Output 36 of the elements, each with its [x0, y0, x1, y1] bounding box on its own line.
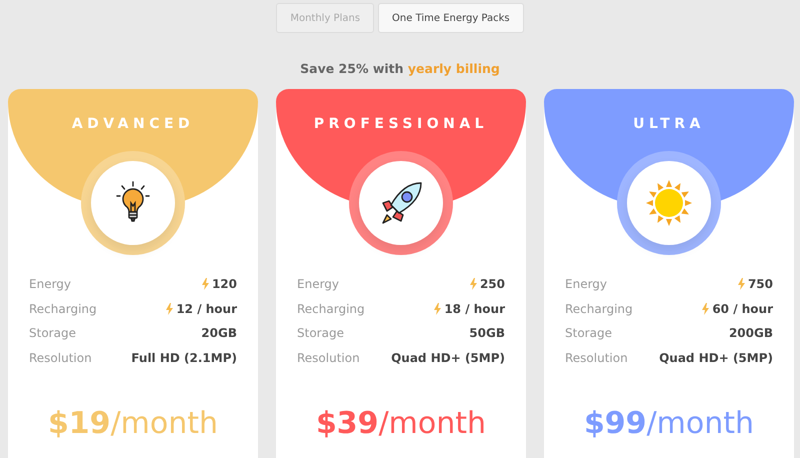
feature-label: Storage [565, 326, 612, 340]
price-amount: $99 [584, 406, 647, 442]
feature-label: Energy [29, 277, 72, 292]
feature-label: Recharging [297, 302, 365, 316]
feature-value: 200GB [728, 326, 773, 340]
sun-icon [645, 179, 693, 227]
feature-label: Storage [29, 326, 76, 340]
feature-label: Recharging [29, 302, 97, 316]
feature-value: 20GB [201, 326, 237, 340]
price-period: /month [646, 406, 754, 442]
feature-value: 120 [212, 277, 237, 292]
feature-value: 250 [480, 277, 505, 292]
feature-label: Energy [297, 277, 340, 292]
feature-value: 18 / hour [444, 302, 505, 316]
feature-label: Resolution [297, 351, 360, 366]
price-amount: $39 [316, 406, 379, 442]
plan-name: PROFESSIONAL [314, 116, 488, 132]
plan-name: ULTRA [633, 116, 705, 132]
promo-text: Save 25% with yearly billing [299, 61, 501, 77]
tab[interactable]: One Time Energy Packs [378, 3, 524, 33]
feature-label: Energy [565, 277, 608, 292]
feature-label: Resolution [29, 351, 92, 366]
feature-value: 750 [748, 277, 773, 292]
feature-value: Full HD (2.1MP) [131, 351, 237, 366]
plan-name: ADVANCED [72, 116, 194, 132]
price-period: /month [110, 406, 218, 442]
feature-label: Recharging [565, 302, 633, 316]
feature-value: 50GB [469, 326, 505, 340]
feature-value: Quad HD+ (5MP) [391, 351, 505, 366]
feature-value: 60 / hour [712, 302, 773, 316]
price-period: /month [378, 406, 486, 442]
feature-value: 12 / hour [176, 302, 237, 316]
price-amount: $19 [48, 406, 111, 442]
feature-label: Storage [297, 326, 344, 340]
feature-label: Resolution [565, 351, 628, 366]
feature-value: Quad HD+ (5MP) [659, 351, 773, 366]
